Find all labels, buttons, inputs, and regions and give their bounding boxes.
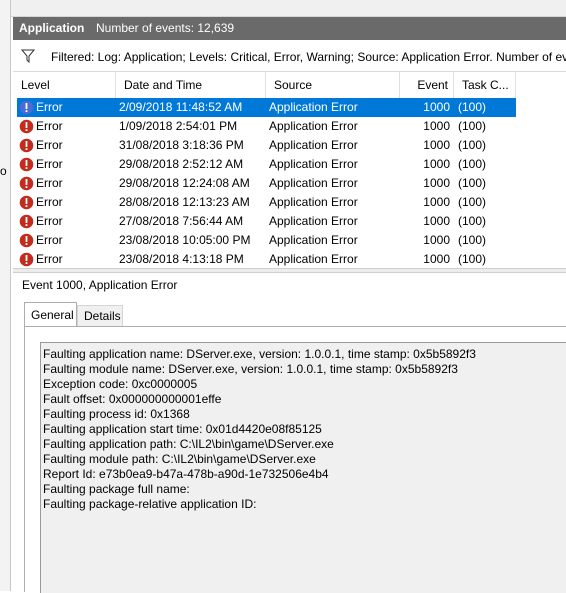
row-task-category: (100) xyxy=(458,176,487,190)
row-date-time: 29/08/2018 12:24:08 AM xyxy=(119,176,250,190)
row-source: Application Error xyxy=(269,119,358,133)
column-header-level[interactable]: Level xyxy=(13,72,116,98)
description-line: Faulting application name: DServer.exe, … xyxy=(43,347,476,361)
column-header-task-category[interactable]: Task C... xyxy=(454,72,516,98)
log-title: Application xyxy=(19,21,85,35)
row-task-category: (100) xyxy=(458,157,487,171)
description-line: Faulting package-relative application ID… xyxy=(43,497,257,511)
row-event-id: 1000 xyxy=(423,119,450,133)
row-task-category: (100) xyxy=(458,214,487,228)
error-icon xyxy=(19,119,34,134)
table-row[interactable]: Error 28/08/2018 12:13:23 AM Application E… xyxy=(17,193,566,212)
left-pane-fragment: o xyxy=(0,164,7,178)
error-icon xyxy=(19,157,34,172)
description-line: Faulting application path: C:\IL2\bin\ga… xyxy=(43,437,334,451)
row-level: Error xyxy=(36,195,63,209)
row-date-time: 27/08/2018 7:56:44 AM xyxy=(119,214,244,228)
row-task-category: (100) xyxy=(458,119,487,133)
row-event-id: 1000 xyxy=(423,176,450,190)
row-source: Application Error xyxy=(269,176,358,190)
error-icon xyxy=(19,138,34,153)
column-header-event-id[interactable]: Event ID xyxy=(400,72,454,118)
tab-details[interactable]: Details xyxy=(77,305,123,326)
description-line: Exception code: 0xc0000005 xyxy=(43,377,198,391)
row-level: Error xyxy=(36,138,63,152)
row-event-id: 1000 xyxy=(423,157,450,171)
row-date-time: 29/08/2018 2:52:12 AM xyxy=(119,157,244,171)
row-date-time: 28/08/2018 12:13:23 AM xyxy=(119,195,250,209)
table-row[interactable]: Error 27/08/2018 7:56:44 AM Application Er… xyxy=(17,212,566,231)
table-row[interactable]: Error 29/08/2018 2:52:12 AM Application Er… xyxy=(17,155,566,174)
row-task-category: (100) xyxy=(458,100,487,114)
row-source: Application Error xyxy=(269,214,358,228)
event-description-box[interactable]: Faulting application name: DServer.exe, … xyxy=(40,342,566,593)
error-icon xyxy=(19,176,34,191)
filter-icon xyxy=(21,49,35,63)
error-icon xyxy=(19,100,34,115)
row-date-time: 2/09/2018 11:48:52 AM xyxy=(119,100,243,114)
row-event-id: 1000 xyxy=(423,100,450,114)
table-row[interactable]: Error 31/08/2018 3:18:36 PM Application Er… xyxy=(17,136,566,155)
column-header-date-time[interactable]: Date and Time xyxy=(116,72,266,98)
row-level: Error xyxy=(36,157,63,171)
description-line: Faulting module path: C:\IL2\bin\game\DS… xyxy=(43,452,316,466)
event-detail-title: Event 1000, Application Error xyxy=(22,278,178,292)
row-task-category: (100) xyxy=(458,138,487,152)
error-icon xyxy=(19,252,34,267)
row-event-id: 1000 xyxy=(423,138,450,152)
row-level: Error xyxy=(36,252,63,266)
row-source: Application Error xyxy=(269,252,358,266)
table-row[interactable]: Error 1/09/2018 2:54:01 PM Application Err… xyxy=(17,117,566,136)
row-date-time: 23/08/2018 10:05:00 PM xyxy=(119,233,251,247)
pane-splitter[interactable] xyxy=(13,268,566,273)
log-header: Application Number of events: 12,639 xyxy=(13,17,566,40)
filter-bar: Filtered: Log: Application; Levels: Crit… xyxy=(13,41,566,72)
row-source: Application Error xyxy=(269,138,358,152)
row-source: Application Error xyxy=(269,157,358,171)
description-line: Faulting package full name: xyxy=(43,482,190,496)
row-level: Error xyxy=(36,233,63,247)
row-date-time: 31/08/2018 3:18:36 PM xyxy=(119,138,244,152)
table-row[interactable]: Error 23/08/2018 4:13:18 PM Application Er… xyxy=(17,250,566,268)
row-event-id: 1000 xyxy=(423,195,450,209)
row-task-category: (100) xyxy=(458,233,487,247)
row-level: Error xyxy=(36,100,63,114)
row-level: Error xyxy=(36,119,63,133)
row-date-time: 23/08/2018 4:13:18 PM xyxy=(119,252,244,266)
description-line: Faulting application start time: 0x01d44… xyxy=(43,422,322,436)
row-level: Error xyxy=(36,214,63,228)
events-table: Level Date and Time Source Event ID Task… xyxy=(13,72,566,268)
description-line: Report Id: e73b0ea9-b47a-478b-a90d-1e732… xyxy=(43,467,329,481)
row-source: Application Error xyxy=(269,233,358,247)
table-row[interactable]: Error 29/08/2018 12:24:08 AM Application E… xyxy=(17,174,566,193)
left-pane-edge xyxy=(0,0,11,591)
row-event-id: 1000 xyxy=(423,252,450,266)
row-event-id: 1000 xyxy=(423,233,450,247)
event-count: Number of events: 12,639 xyxy=(96,21,235,35)
description-line: Fault offset: 0x000000000001effe xyxy=(43,392,222,406)
description-line: Faulting module name: DServer.exe, versi… xyxy=(43,362,458,376)
row-source: Application Error xyxy=(269,100,358,114)
error-icon xyxy=(19,195,34,210)
error-icon xyxy=(19,233,34,248)
row-task-category: (100) xyxy=(458,195,487,209)
table-row[interactable]: Error 23/08/2018 10:05:00 PM Application E… xyxy=(17,231,566,250)
top-toolbar-edge xyxy=(11,0,566,17)
row-event-id: 1000 xyxy=(423,214,450,228)
description-line: Faulting process id: 0x1368 xyxy=(43,407,190,421)
row-task-category: (100) xyxy=(458,252,487,266)
general-tab-panel: Faulting application name: DServer.exe, … xyxy=(24,326,566,593)
row-level: Error xyxy=(36,176,63,190)
filter-description: Filtered: Log: Application; Levels: Crit… xyxy=(51,50,566,64)
table-row[interactable]: Error 2/09/2018 11:48:52 AM Application Er… xyxy=(17,98,566,117)
row-source: Application Error xyxy=(269,195,358,209)
tab-general[interactable]: General xyxy=(24,302,77,327)
column-header-source[interactable]: Source xyxy=(266,72,400,98)
row-date-time: 1/09/2018 2:54:01 PM xyxy=(119,119,238,133)
error-icon xyxy=(19,214,34,229)
